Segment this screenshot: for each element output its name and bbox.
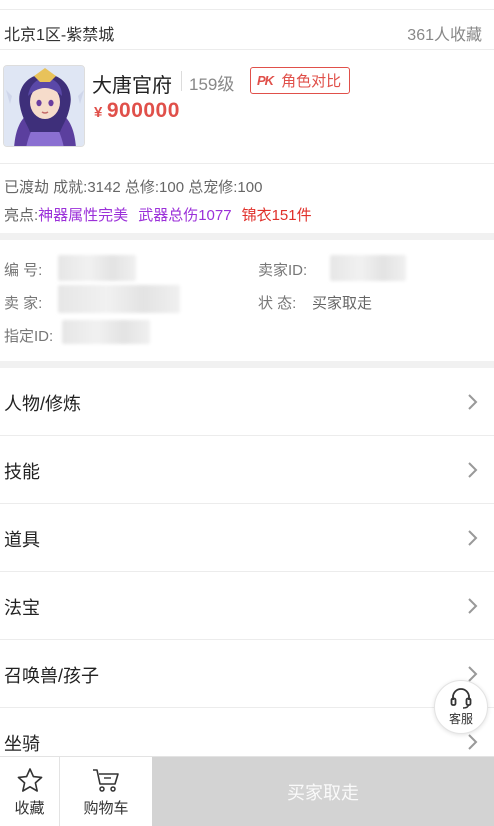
menu-item-label: 人物/修炼 [4, 394, 82, 414]
chevron-right-icon [468, 734, 478, 750]
role-compare-label: 角色对比 [281, 73, 342, 90]
price: ¥900000 [94, 99, 180, 123]
cart-icon [93, 768, 119, 792]
cart-button[interactable]: 购物车 [60, 757, 152, 826]
highlights-label: 亮点: [4, 207, 39, 224]
seller-id-label: 卖家ID: [258, 262, 308, 279]
role-compare-button[interactable]: PK 角色对比 [250, 67, 350, 94]
headset-icon [450, 688, 472, 709]
role-stats: 已渡劫 成就:3142 总修:100 总宠修:100 [4, 179, 263, 196]
menu-item-character-cultivation[interactable]: 人物/修炼 [0, 368, 494, 436]
seller-label: 卖 家: [4, 295, 43, 312]
status-value: 买家取走 [312, 295, 373, 312]
menu-item-label: 召唤兽/孩子 [4, 666, 100, 686]
currency-symbol: ¥ [94, 104, 103, 121]
customer-service-label: 客服 [448, 712, 473, 726]
chevron-right-icon [468, 462, 478, 478]
seller-id-value-redacted [330, 255, 406, 281]
chevron-right-icon [468, 394, 478, 410]
menu-item-items[interactable]: 道具 [0, 504, 494, 572]
menu-item-label: 法宝 [4, 598, 40, 618]
menu-item-label: 坐骑 [4, 734, 40, 754]
divider [181, 71, 182, 91]
favorite-button[interactable]: 收藏 [0, 757, 60, 826]
buy-button[interactable]: 买家取走 [152, 757, 494, 826]
seller-value-redacted [58, 285, 180, 313]
highlights: 亮点:神器属性完美 武器总伤1077 锦衣151件 [4, 204, 322, 225]
cart-label: 购物车 [83, 799, 129, 817]
serial-label: 编 号: [4, 262, 43, 279]
customer-service-button[interactable]: 客服 [434, 680, 488, 734]
role-avatar [3, 65, 85, 147]
chevron-right-icon [468, 598, 478, 614]
assigned-id-label: 指定ID: [4, 328, 54, 345]
highlight-item: 神器属性完美 [38, 207, 129, 224]
favorite-label: 收藏 [14, 799, 45, 817]
price-value: 900000 [106, 99, 180, 122]
section-gap [0, 361, 494, 368]
menu-item-skills[interactable]: 技能 [0, 436, 494, 504]
section-gap [0, 233, 494, 240]
highlight-item: 锦衣151件 [241, 207, 312, 224]
role-level: 159级 [189, 75, 235, 94]
menu-item-treasures[interactable]: 法宝 [0, 572, 494, 640]
status-label: 状 态: [258, 295, 297, 312]
role-card[interactable]: 大唐官府 159级 PK 角色对比 ¥900000 [0, 51, 494, 164]
assigned-id-value-redacted [62, 320, 150, 344]
server-row: 北京1区-紫禁城 361人收藏 [0, 10, 494, 50]
serial-value-redacted [58, 255, 136, 281]
star-icon [17, 767, 42, 792]
menu-item-pets-children[interactable]: 召唤兽/孩子 [0, 640, 494, 708]
favorites-count: 361人收藏 [407, 27, 482, 44]
pk-icon: PK [257, 73, 274, 88]
menu-item-label: 技能 [4, 462, 40, 482]
server-name: 北京1区-紫禁城 [4, 27, 115, 44]
role-school: 大唐官府 [92, 75, 172, 97]
highlight-item: 武器总伤1077 [138, 207, 232, 224]
bottom-action-bar: 收藏 购物车 买家取走 [0, 756, 494, 826]
menu-item-label: 道具 [4, 530, 40, 550]
avatar-portrait [4, 66, 84, 146]
chevron-right-icon [468, 530, 478, 546]
